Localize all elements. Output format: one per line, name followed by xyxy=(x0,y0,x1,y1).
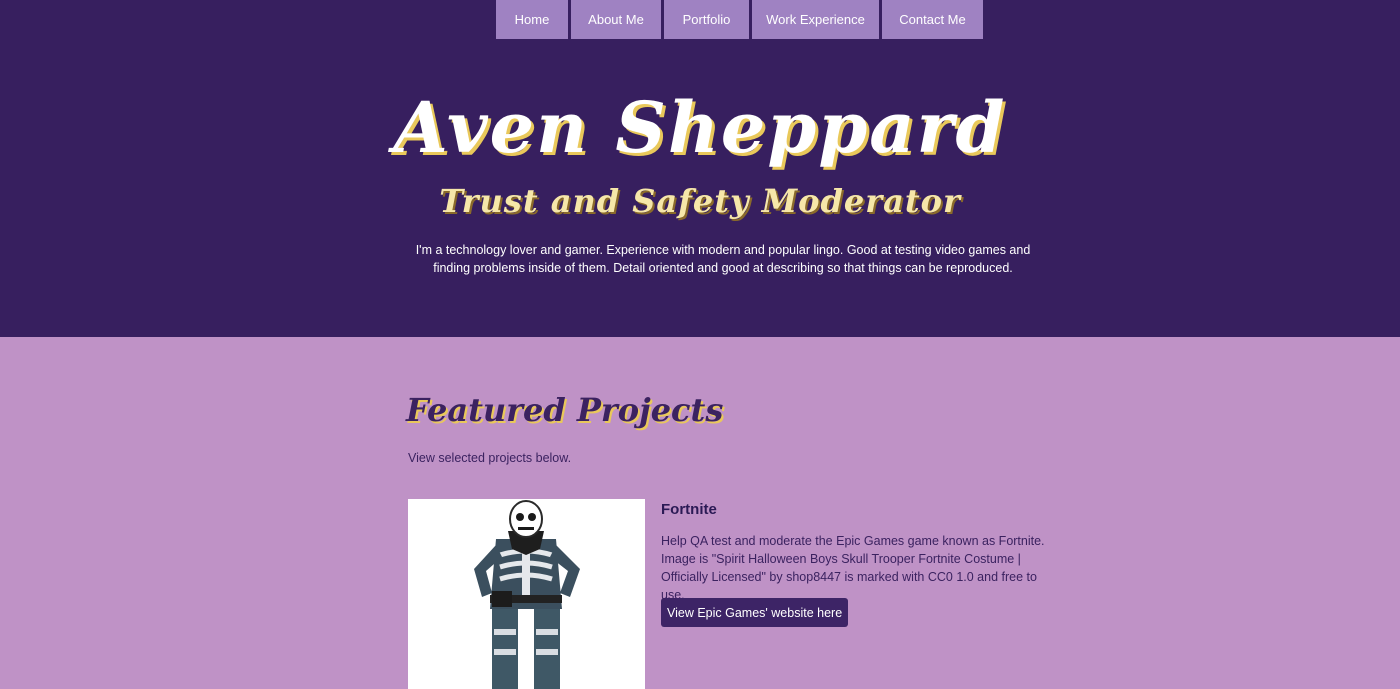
nav-item-about-me[interactable]: About Me xyxy=(571,0,661,39)
nav-item-portfolio[interactable]: Portfolio xyxy=(664,0,749,39)
featured-projects-subtitle: View selected projects below. xyxy=(408,451,572,465)
view-epic-games-button[interactable]: View Epic Games' website here xyxy=(661,598,849,627)
top-nav: Home About Me Portfolio Work Experience … xyxy=(496,0,983,39)
hero-section: Home About Me Portfolio Work Experience … xyxy=(0,0,1400,337)
hero-bio: I'm a technology lover and gamer. Experi… xyxy=(415,243,1031,275)
featured-projects-title: Featured Projects xyxy=(406,391,724,429)
nav-item-contact-me[interactable]: Contact Me xyxy=(882,0,983,39)
project-title: Fortnite xyxy=(661,501,717,518)
project-image xyxy=(408,499,645,689)
project-description: Help QA test and moderate the Epic Games… xyxy=(661,534,1045,602)
hero-name: Aven Sheppard xyxy=(393,86,1007,169)
skull-trooper-costume-icon xyxy=(474,500,580,689)
hero-role: Trust and Safety Moderator xyxy=(439,182,961,220)
nav-item-work-experience[interactable]: Work Experience xyxy=(752,0,879,39)
nav-item-home[interactable]: Home xyxy=(496,0,568,39)
